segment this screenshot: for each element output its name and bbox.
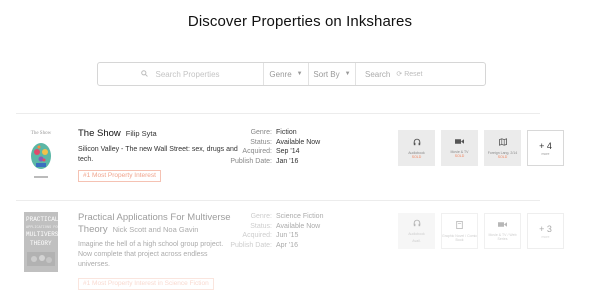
acquired-label: Acquired: <box>242 232 272 239</box>
rights-tile-audiobook[interactable]: Audiobook SOLD <box>398 130 435 166</box>
search-button[interactable]: Search <box>365 70 390 79</box>
headphones-icon <box>413 219 421 229</box>
divider <box>16 113 540 114</box>
status-label: Status: <box>250 222 272 230</box>
search-icon <box>141 69 149 79</box>
property-meta: Genre: Fiction Status: Available Now Acqui… <box>218 128 320 166</box>
property-title[interactable]: The Show <box>78 128 121 139</box>
reset-label: Reset <box>404 71 423 78</box>
property-authors[interactable]: Filip Syta <box>126 129 157 138</box>
genre-label: Genre: <box>250 213 272 220</box>
more-label: more <box>541 234 550 239</box>
genre-dropdown-label: Genre <box>269 69 292 79</box>
svg-text:THEORY: THEORY <box>30 240 52 247</box>
book-cover[interactable]: The Show <box>24 128 58 184</box>
video-camera-icon <box>498 221 507 230</box>
search-bar: Search Properties Genre ▼ Sort By ▼ Sear… <box>97 62 486 86</box>
property-description: Imagine the hell of a high school group … <box>78 241 224 268</box>
video-camera-icon <box>455 138 464 147</box>
rights-tile-graphic-novel[interactable]: Graphic Novel / Comic Book <box>441 213 478 249</box>
genre-label: Genre: <box>250 129 272 136</box>
more-rights-button[interactable]: + 4 more <box>527 130 564 166</box>
cover-title: The Show <box>31 131 52 136</box>
tile-label: Audiobook <box>408 232 425 236</box>
tile-status: SOLD <box>411 154 422 159</box>
divider <box>16 200 540 201</box>
tile-status: SOLD <box>497 154 508 159</box>
rights-tile-foreign-language[interactable]: Foreign Lang. 2/14 SOLD <box>484 130 521 166</box>
rights-tile-audiobook[interactable]: Audiobook Avail. <box>398 213 435 249</box>
sort-dropdown[interactable]: Sort By ▼ <box>309 63 356 85</box>
reset-button[interactable]: ⟳ Reset <box>396 70 422 78</box>
acquired-value: Sep '14 <box>276 148 300 155</box>
property-authors[interactable]: Nick Scott and Noa Gavin <box>113 225 199 234</box>
tile-status: SOLD <box>454 154 465 158</box>
status-value: Available Now <box>276 222 321 230</box>
genre-value: Fiction <box>276 129 297 136</box>
sort-dropdown-label: Sort By <box>313 69 340 79</box>
caret-down-icon: ▼ <box>344 71 351 77</box>
acquired-value: Jun '15 <box>276 232 299 239</box>
more-count: + 4 <box>539 140 552 151</box>
rights-tile-movie-tv[interactable]: Movie & TV SOLD <box>441 130 478 166</box>
tile-label: Graphic Novel / Comic Book <box>442 233 478 242</box>
svg-text:APPLICATIONS FOR: APPLICATIONS FOR <box>26 226 58 230</box>
genre-dropdown[interactable]: Genre ▼ <box>264 63 309 85</box>
search-placeholder: Search Properties <box>155 69 220 79</box>
property-meta: Genre: Science Fiction Status: Available N… <box>218 212 323 250</box>
publish-date-value: Apr '16 <box>276 241 298 249</box>
tile-label: Movie & TV / Web Series <box>488 233 517 241</box>
book-icon <box>456 220 463 231</box>
publish-date-label: Publish Date: <box>230 241 272 249</box>
svg-text:PRACTICAL: PRACTICAL <box>26 216 58 223</box>
genre-value: Science Fiction <box>276 213 324 220</box>
map-icon <box>498 137 507 148</box>
book-cover[interactable]: PRACTICAL APPLICATIONS FOR MULTIVERSE TH… <box>24 212 62 272</box>
publish-date-value: Jan '16 <box>276 157 299 165</box>
headphones-icon <box>413 138 421 148</box>
property-badge: #1 Most Property Interest <box>78 170 161 182</box>
acquired-label: Acquired: <box>242 148 272 155</box>
more-label: more <box>541 151 550 156</box>
search-input[interactable]: Search Properties <box>98 63 264 85</box>
caret-down-icon: ▼ <box>296 71 303 77</box>
page-title: Discover Properties on Inkshares <box>187 13 413 30</box>
more-count: + 3 <box>539 223 552 234</box>
status-label: Status: <box>250 138 272 146</box>
rights-tile-movie-tv[interactable]: Movie & TV / Web Series <box>484 213 521 249</box>
status-value: Available Now <box>276 138 321 146</box>
more-rights-button[interactable]: + 3 more <box>527 213 564 249</box>
publish-date-label: Publish Date: <box>230 157 272 165</box>
tile-status: Avail. <box>412 239 421 243</box>
refresh-icon: ⟳ <box>396 71 403 78</box>
svg-text:MULTIVERSE: MULTIVERSE <box>26 231 58 238</box>
property-badge: #1 Most Property Interest in Science Fic… <box>78 278 214 290</box>
